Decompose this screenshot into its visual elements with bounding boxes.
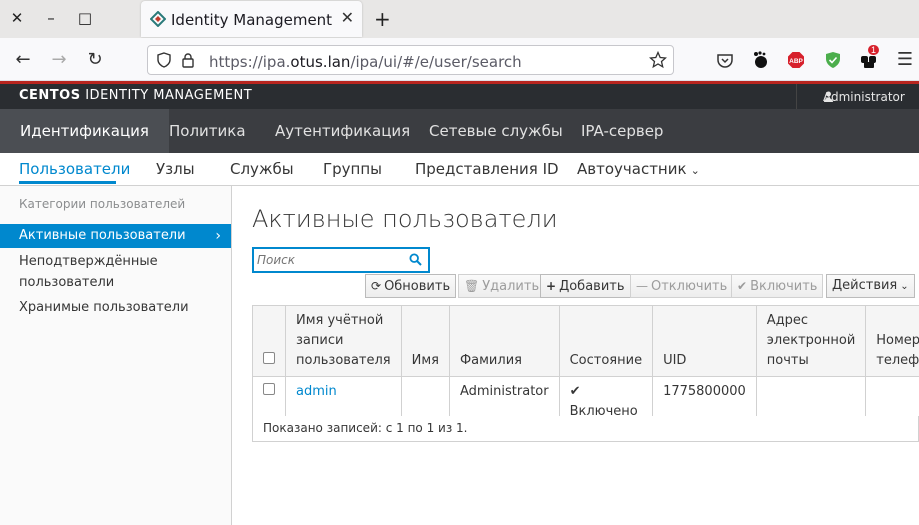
shield-icon[interactable]: [156, 52, 172, 68]
sidebar-item-stage-users[interactable]: Неподтверждённые пользователи: [0, 251, 158, 293]
select-all-checkbox[interactable]: [263, 352, 275, 364]
chevron-down-icon: ⌄: [690, 164, 700, 177]
extension-badge-button[interactable]: 1: [860, 45, 880, 69]
table-footer: Показано записей: с 1 по 1 из 1.: [252, 416, 919, 442]
gnome-extension-icon[interactable]: [751, 51, 769, 69]
subnav-groups[interactable]: Группы: [323, 160, 382, 178]
actions-dropdown[interactable]: Действия ⌄: [826, 274, 915, 298]
nav-authentication[interactable]: Аутентификация: [255, 109, 430, 153]
menu-icon[interactable]: ☰: [894, 49, 916, 71]
select-all-header: [252, 305, 286, 377]
delete-button[interactable]: 🗑 Удалить: [458, 274, 546, 298]
subnav-automember[interactable]: Автоучастник ⌄: [577, 160, 700, 178]
brand-bar: CENTOS IDENTITY MANAGEMENT Administrator…: [0, 84, 919, 118]
tab-close-icon[interactable]: ✕: [341, 8, 354, 27]
back-icon[interactable]: ←: [12, 49, 34, 71]
column-login[interactable]: Имя учётной записи пользователя: [285, 305, 402, 377]
check-icon: ✔: [569, 384, 581, 399]
refresh-icon: ⟳: [371, 279, 382, 293]
column-first-name[interactable]: Имя: [400, 305, 450, 377]
search-box[interactable]: [252, 247, 430, 273]
subnav-hosts[interactable]: Узлы: [156, 160, 195, 178]
column-last-name[interactable]: Фамилия: [448, 305, 560, 377]
new-tab-icon[interactable]: +: [374, 7, 391, 31]
user-menu[interactable]: Administrator ⌄: [796, 84, 919, 118]
enable-button[interactable]: ✔ Включить: [731, 274, 824, 298]
window-close-icon[interactable]: ✕: [8, 9, 26, 27]
nav-policy[interactable]: Политика: [149, 109, 266, 153]
user-link[interactable]: admin: [296, 384, 337, 399]
user-icon: [824, 91, 833, 102]
tab-title: Identity Management: [171, 11, 333, 29]
chevron-right-icon: ›: [215, 228, 221, 244]
add-button[interactable]: + Добавить: [540, 274, 631, 298]
window-maximize-icon[interactable]: □: [76, 9, 94, 27]
minus-icon: —: [636, 279, 648, 293]
forward-icon[interactable]: →: [48, 49, 70, 71]
sidebar-category: Категории пользователей: [19, 197, 186, 211]
page-title: Активные пользователи: [252, 205, 558, 233]
check-icon: ✔: [737, 279, 748, 293]
svg-text:ABP: ABP: [789, 58, 803, 65]
search-input[interactable]: [257, 251, 407, 269]
column-phone[interactable]: Номер телефона: [865, 305, 919, 377]
sub-nav: Пользователи Узлы Службы Группы Представ…: [0, 153, 919, 186]
column-email[interactable]: Адрес электронной почты: [755, 305, 867, 377]
active-tab-underline: [19, 181, 116, 184]
reload-icon[interactable]: ↻: [84, 49, 106, 71]
sidebar-item-active-users[interactable]: Активные пользователи ›: [0, 224, 231, 248]
brand-logo: CENTOS IDENTITY MANAGEMENT: [19, 88, 253, 103]
subnav-users[interactable]: Пользователи: [19, 160, 130, 178]
nav-identity[interactable]: Идентификация: [0, 109, 169, 153]
row-checkbox[interactable]: [263, 383, 275, 395]
browser-navbar: ← → ↻ https://ipa.otus.lan/ipa/ui/#/e/us…: [0, 38, 919, 81]
nav-network-services[interactable]: Сетевые службы: [409, 109, 583, 153]
subnav-id-views[interactable]: Представления ID: [415, 160, 559, 178]
url-text: https://ipa.otus.lan/ipa/ui/#/e/user/sea…: [209, 53, 522, 71]
main-content: Активные пользователи ⟳Обновить 🗑Удалить…: [232, 186, 919, 525]
sidebar: Категории пользователей Активные пользов…: [0, 186, 232, 525]
nav-ipa-server[interactable]: IPA-сервер: [561, 109, 683, 153]
refresh-button[interactable]: ⟳ Обновить: [365, 274, 457, 298]
trash-icon: 🗑: [464, 279, 480, 293]
plus-icon: +: [546, 279, 557, 293]
main-nav: Идентификация Политика Аутентификация Се…: [0, 109, 919, 153]
lock-icon[interactable]: [181, 52, 195, 68]
subnav-services[interactable]: Службы: [230, 160, 294, 178]
sidebar-item-preserved-users[interactable]: Хранимые пользователи: [0, 297, 231, 318]
pocket-icon[interactable]: [716, 51, 734, 69]
window-minimize-icon[interactable]: –: [42, 9, 60, 27]
address-bar[interactable]: https://ipa.otus.lan/ipa/ui/#/e/user/sea…: [147, 45, 674, 75]
browser-tab[interactable]: Identity Management ✕: [141, 1, 362, 37]
bookmark-star-icon[interactable]: [649, 51, 667, 69]
ipa-favicon-icon: [150, 11, 166, 27]
privacy-shield-icon[interactable]: [824, 51, 842, 69]
search-icon[interactable]: [409, 253, 422, 266]
extension-badge: 1: [868, 45, 880, 55]
users-table: Имя учётной записи пользователя Имя Фами…: [252, 305, 919, 428]
chevron-down-icon: ⌄: [900, 281, 909, 292]
browser-tabbar: ✕ – □ Identity Management ✕ +: [0, 0, 919, 38]
column-uid[interactable]: UID: [652, 305, 757, 377]
column-status[interactable]: Состояние: [558, 305, 654, 377]
disable-button[interactable]: — Отключить: [630, 274, 734, 298]
user-name: Administrator: [823, 90, 905, 104]
adblock-icon[interactable]: ABP: [787, 51, 805, 69]
table-header-row: Имя учётной записи пользователя Имя Фами…: [252, 305, 919, 377]
